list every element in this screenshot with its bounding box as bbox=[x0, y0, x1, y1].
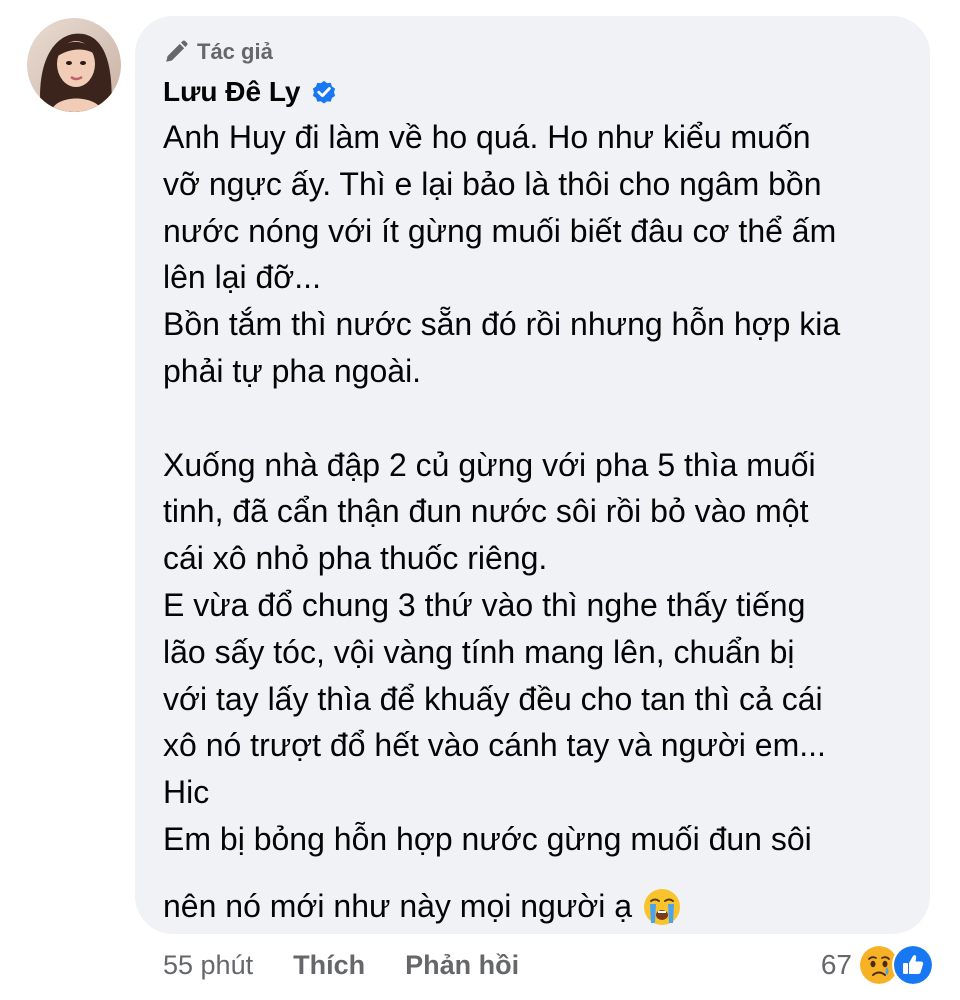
comment-body: Anh Huy đi làm về ho quá. Ho như kiểu mu… bbox=[163, 114, 923, 935]
comment-timestamp[interactable]: 55 phút bbox=[163, 950, 253, 981]
avatar[interactable] bbox=[27, 18, 121, 112]
comment-line: nước nóng với ít gừng muối biết đâu cơ t… bbox=[163, 212, 837, 249]
comment-line: lão sấy tóc, vội vàng tính mang lên, chu… bbox=[163, 633, 795, 670]
comment-line: tinh, đã cẩn thận đun nước sôi rồi bỏ và… bbox=[163, 493, 809, 530]
comment-last-line: nên nó mới như này mọi người ạ bbox=[163, 879, 923, 935]
comment-line: E vừa đổ chung 3 thứ vào thì nghe thấy t… bbox=[163, 586, 806, 623]
loudly-crying-face-icon bbox=[644, 888, 681, 925]
comment-line: lên lại đỡ... bbox=[163, 259, 321, 296]
comment-line: Hic bbox=[163, 774, 210, 811]
author-badge: Tác giả bbox=[163, 36, 273, 68]
author-name-row: Lưu Đê Ly bbox=[163, 72, 338, 112]
reply-button[interactable]: Phản hồi bbox=[405, 950, 519, 981]
comment-line: Em bị bỏng hỗn hợp nước gừng muối đun sô… bbox=[163, 820, 812, 857]
pencil-icon bbox=[166, 40, 188, 62]
reaction-summary[interactable]: 67 bbox=[821, 940, 934, 990]
comment-line: Xuống nhà đập 2 củ gừng với pha 5 thìa m… bbox=[163, 446, 816, 483]
comment-line: xô nó trượt đổ hết vào cánh tay và người… bbox=[163, 727, 826, 764]
comment-line: Anh Huy đi làm về ho quá. Ho như kiểu mu… bbox=[163, 119, 811, 155]
comment-line: cái xô nhỏ pha thuốc riêng. bbox=[163, 540, 548, 577]
avatar-photo bbox=[27, 18, 121, 112]
author-badge-label: Tác giả bbox=[197, 39, 273, 64]
like-reaction-icon bbox=[892, 944, 934, 986]
comment-line: vỡ ngực ấy. Thì e lại bảo là thôi cho ng… bbox=[163, 165, 822, 202]
comment-line: phải tự pha ngoài. bbox=[163, 352, 422, 389]
comment-line: nên nó mới như này mọi người ạ bbox=[163, 888, 633, 925]
verified-badge-icon bbox=[313, 80, 336, 104]
comment-actions: 55 phút Thích Phản hồi bbox=[163, 943, 559, 987]
paragraph-break bbox=[163, 395, 923, 442]
author-name[interactable]: Lưu Đê Ly bbox=[163, 76, 300, 108]
comment-line: với tay lấy thìa để khuấy đều cho tan th… bbox=[163, 680, 823, 717]
comment-line: Bồn tắm thì nước sẵn đó rồi nhưng hỗn hợ… bbox=[163, 306, 841, 343]
reaction-count: 67 bbox=[820, 949, 852, 980]
comment-view: Tác giả Lưu Đê Ly Anh Huy đi làm về ho q… bbox=[0, 0, 960, 1000]
like-button[interactable]: Thích bbox=[293, 950, 365, 981]
